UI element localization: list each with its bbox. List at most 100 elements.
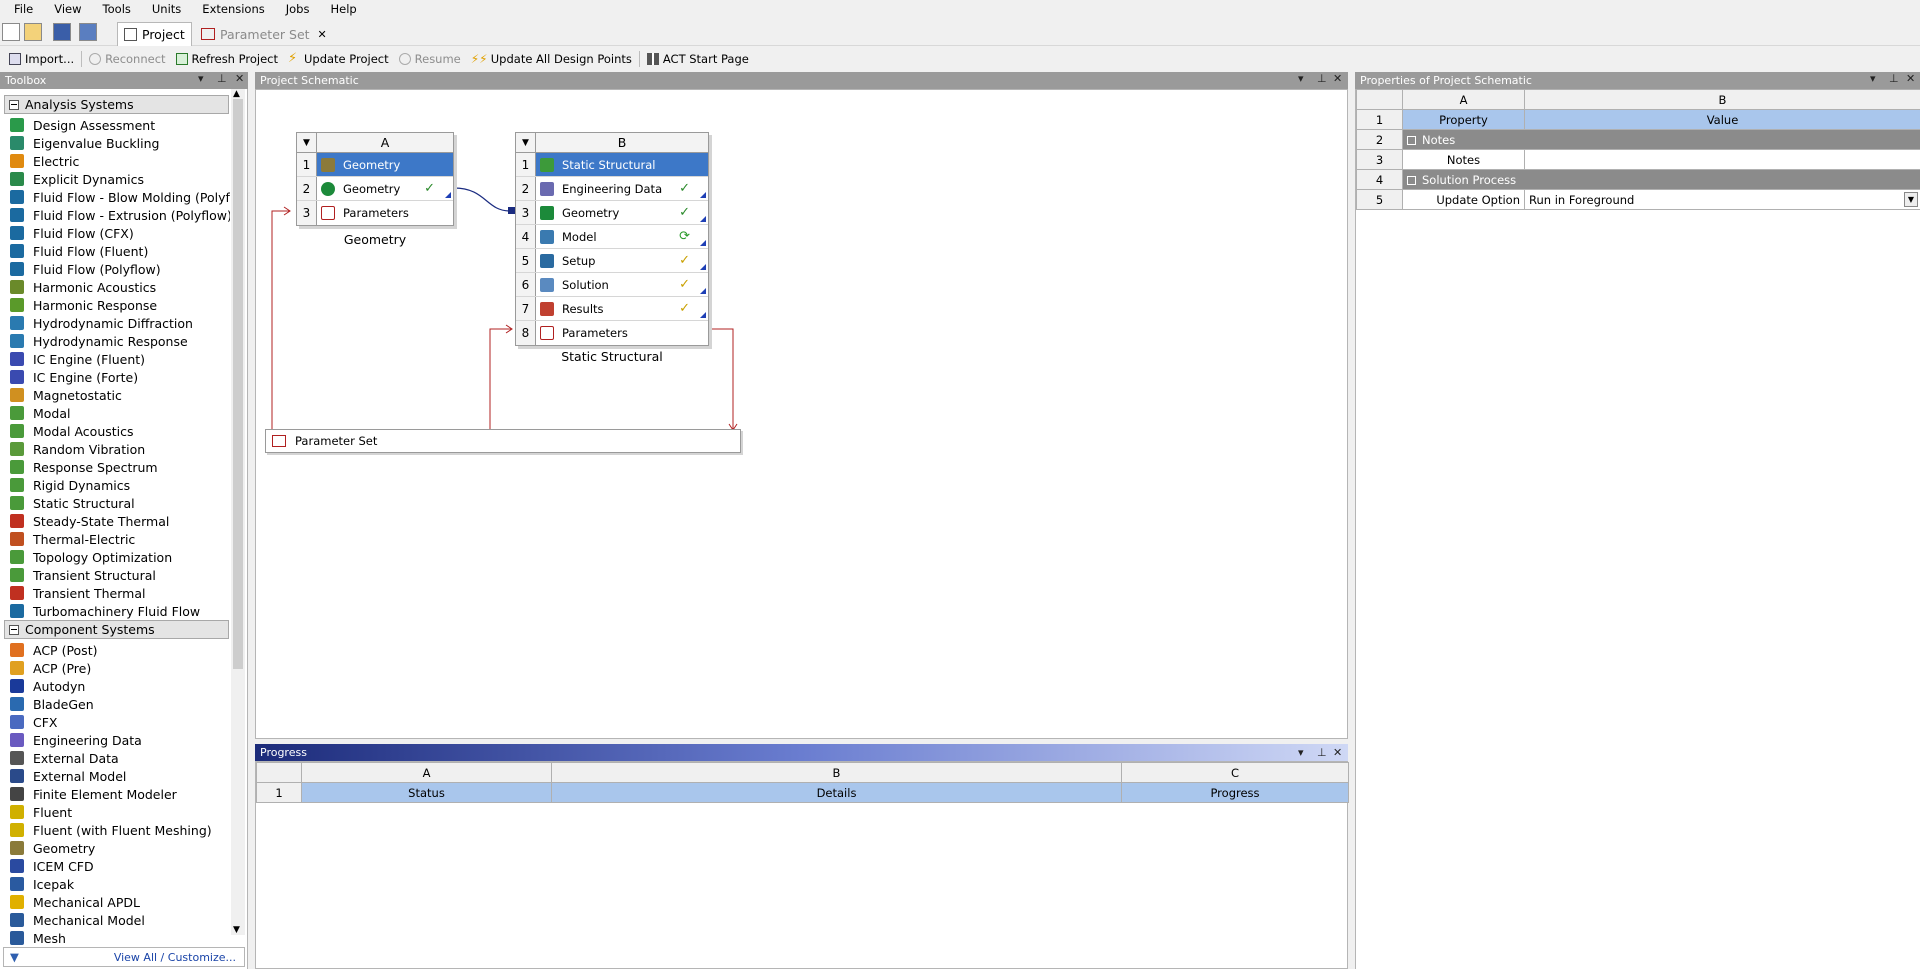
toolbox-item[interactable]: Fluid Flow (Fluent) <box>10 242 230 260</box>
system-b-row[interactable]: 7 Results ✓ <box>516 297 708 321</box>
menu-jobs[interactable]: Jobs <box>272 2 317 16</box>
toolbox-item[interactable]: Explicit Dynamics <box>10 170 230 188</box>
project-schematic-canvas[interactable]: ▼ A 1 Geometry 2 Geometry ✓ 3 Parameters… <box>255 89 1348 739</box>
toolbox-item[interactable]: Harmonic Acoustics <box>10 278 230 296</box>
pin-icon[interactable]: ⊥ <box>1317 746 1327 759</box>
toolbox-item[interactable]: Fluid Flow (Polyflow) <box>10 260 230 278</box>
toolbox-item[interactable]: Icepak <box>10 875 230 893</box>
toolbox-item[interactable]: Fluent (with Fluent Meshing) <box>10 821 230 839</box>
toolbox-item[interactable]: Finite Element Modeler <box>10 785 230 803</box>
update-project-button[interactable]: ⚡ Update Project <box>283 48 394 70</box>
chevron-down-icon[interactable]: ▼ <box>297 133 317 152</box>
menu-tools[interactable]: Tools <box>89 2 138 16</box>
close-icon[interactable]: ✕ <box>318 28 327 41</box>
toolbox-item[interactable]: Design Assessment <box>10 116 230 134</box>
toolbox-item[interactable]: Mechanical Model <box>10 911 230 929</box>
pin-icon[interactable]: ⊥ <box>1889 72 1899 85</box>
filter-icon[interactable]: ▼ <box>10 950 19 964</box>
view-all-customize-link[interactable]: View All / Customize... <box>114 951 236 964</box>
toolbox-item[interactable]: BladeGen <box>10 695 230 713</box>
close-icon[interactable]: ✕ <box>1906 72 1915 85</box>
menu-units[interactable]: Units <box>138 2 188 16</box>
system-b-row[interactable]: 5 Setup ✓ <box>516 249 708 273</box>
toolbox-item[interactable]: External Model <box>10 767 230 785</box>
tab-project[interactable]: Project <box>117 22 192 46</box>
act-start-page-button[interactable]: ACT Start Page <box>642 48 754 70</box>
close-icon[interactable]: ✕ <box>1333 72 1342 85</box>
toolbox-item[interactable]: Engineering Data <box>10 731 230 749</box>
system-a-row-geometry[interactable]: 2 Geometry ✓ <box>297 177 453 201</box>
toolbox-item[interactable]: Rigid Dynamics <box>10 476 230 494</box>
update-all-design-points-button[interactable]: ⚡⚡ Update All Design Points <box>466 48 637 70</box>
toolbox-item[interactable]: IC Engine (Forte) <box>10 368 230 386</box>
toolbox-item[interactable]: Transient Structural <box>10 566 230 584</box>
notes-section[interactable]: Notes <box>1402 129 1920 150</box>
reconnect-button[interactable]: Reconnect <box>84 48 170 70</box>
import-button[interactable]: Import... <box>4 48 79 70</box>
chevron-down-icon[interactable]: ▼ <box>516 133 536 152</box>
toolbox-scrollbar[interactable]: ▲ ▼ <box>231 89 245 935</box>
toolbox-item[interactable]: Hydrodynamic Diffraction <box>10 314 230 332</box>
toolbox-item[interactable]: Response Spectrum <box>10 458 230 476</box>
toolbox-item[interactable]: ICEM CFD <box>10 857 230 875</box>
toolbox-item[interactable]: ACP (Post) <box>10 641 230 659</box>
resume-button[interactable]: Resume <box>394 48 466 70</box>
parameter-set-bar[interactable]: Parameter Set <box>265 429 741 453</box>
toolbox-item[interactable]: Topology Optimization <box>10 548 230 566</box>
system-a-row-parameters[interactable]: 3 Parameters <box>297 201 453 225</box>
system-b-row[interactable]: 8 Parameters <box>516 321 708 345</box>
toolbox-item[interactable]: Transient Thermal <box>10 584 230 602</box>
menu-view[interactable]: View <box>40 2 88 16</box>
pin-icon[interactable]: ⊥ <box>1317 72 1327 85</box>
toolbox-item[interactable]: Steady-State Thermal <box>10 512 230 530</box>
scroll-down-icon[interactable]: ▼ <box>233 925 240 935</box>
component-systems-header[interactable]: Component Systems <box>4 620 229 639</box>
menu-extensions[interactable]: Extensions <box>188 2 271 16</box>
toolbox-item[interactable]: Fluid Flow (CFX) <box>10 224 230 242</box>
update-option-dropdown[interactable]: Run in Foreground ▼ <box>1524 189 1920 210</box>
toolbox-item[interactable]: Mesh <box>10 929 230 947</box>
collapse-icon[interactable] <box>9 624 19 635</box>
collapse-icon[interactable] <box>9 99 19 110</box>
toolbox-item[interactable]: Eigenvalue Buckling <box>10 134 230 152</box>
collapse-icon[interactable] <box>1407 175 1416 185</box>
open-icon[interactable] <box>24 23 42 41</box>
toolbox-item[interactable]: Fluent <box>10 803 230 821</box>
toolbox-item[interactable]: IC Engine (Fluent) <box>10 350 230 368</box>
save-as-icon[interactable] <box>79 23 97 41</box>
new-icon[interactable] <box>2 23 20 41</box>
refresh-project-button[interactable]: Refresh Project <box>171 48 283 70</box>
toolbox-item[interactable]: Fluid Flow - Extrusion (Polyflow) <box>10 206 230 224</box>
scrollbar-thumb[interactable] <box>233 99 243 669</box>
toolbox-item[interactable]: Geometry <box>10 839 230 857</box>
system-b-row[interactable]: 3 Geometry ✓ <box>516 201 708 225</box>
toolbox-item[interactable]: Modal Acoustics <box>10 422 230 440</box>
toolbox-item[interactable]: Harmonic Response <box>10 296 230 314</box>
menu-file[interactable]: File <box>0 2 40 16</box>
system-b-row[interactable]: 6 Solution ✓ <box>516 273 708 297</box>
dropdown-icon[interactable]: ▾ <box>1298 746 1304 759</box>
toolbox-item[interactable]: CFX <box>10 713 230 731</box>
system-b-static-structural[interactable]: ▼ B 1 Static Structural 2 Engineering Data ✓… <box>515 132 709 346</box>
notes-value[interactable] <box>1524 149 1920 170</box>
close-icon[interactable]: ✕ <box>235 72 244 85</box>
analysis-systems-header[interactable]: Analysis Systems <box>4 95 229 114</box>
system-a-geometry[interactable]: ▼ A 1 Geometry 2 Geometry ✓ 3 Parameters <box>296 132 454 226</box>
toolbox-item[interactable]: Turbomachinery Fluid Flow <box>10 602 230 620</box>
scroll-up-icon[interactable]: ▲ <box>233 89 240 99</box>
chevron-down-icon[interactable]: ▼ <box>1904 192 1918 207</box>
toolbox-item[interactable]: External Data <box>10 749 230 767</box>
close-icon[interactable]: ✕ <box>1333 746 1342 759</box>
system-b-row[interactable]: 1 Static Structural <box>516 153 708 177</box>
tab-parameter-set[interactable]: Parameter Set ✕ <box>195 22 333 46</box>
dropdown-icon[interactable]: ▾ <box>1870 72 1876 85</box>
solution-process-section[interactable]: Solution Process <box>1402 169 1920 190</box>
save-icon[interactable] <box>53 23 71 41</box>
toolbox-item[interactable]: Fluid Flow - Blow Molding (Polyflo <box>10 188 230 206</box>
toolbox-item[interactable]: Autodyn <box>10 677 230 695</box>
system-b-row[interactable]: 2 Engineering Data ✓ <box>516 177 708 201</box>
toolbox-item[interactable]: Modal <box>10 404 230 422</box>
toolbox-item[interactable]: Mechanical APDL <box>10 893 230 911</box>
system-b-row[interactable]: 4 Model ⟳ <box>516 225 708 249</box>
dropdown-icon[interactable]: ▾ <box>198 72 204 85</box>
